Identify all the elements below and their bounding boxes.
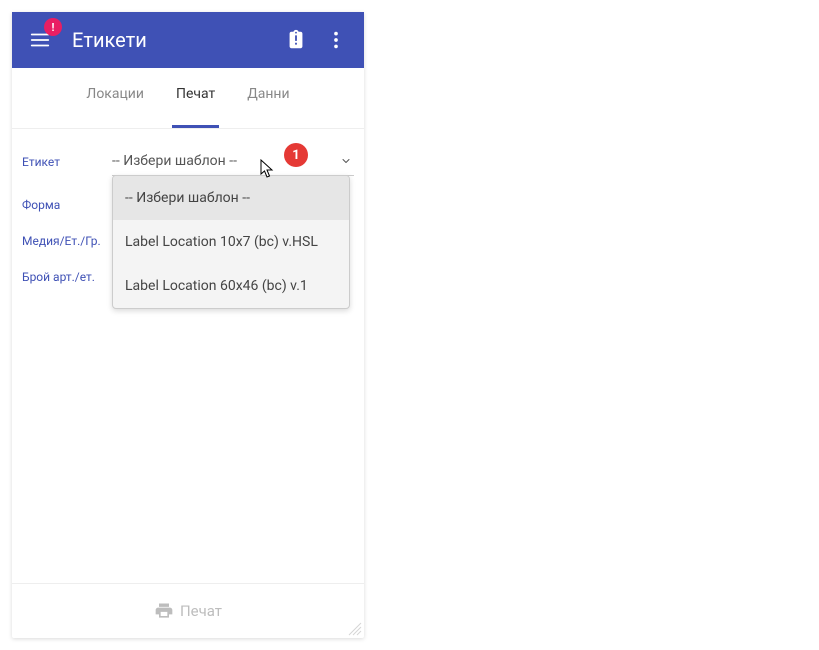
- template-option-placeholder[interactable]: -- Избери шаблон --: [113, 176, 349, 220]
- tabs: Локации Печат Данни: [12, 68, 364, 129]
- resize-handle-icon[interactable]: [348, 622, 362, 636]
- field-label-media: Медия/Ет./Гр.: [22, 234, 112, 248]
- template-option-1[interactable]: Label Location 10x7 (bc) v.HSL: [113, 220, 349, 264]
- template-dropdown: -- Избери шаблон -- Label Location 10x7 …: [112, 175, 350, 309]
- content-area: Етикет -- Избери шаблон -- Форма Медия/Е…: [12, 129, 364, 583]
- chevron-down-icon: [338, 153, 354, 169]
- menu-badge: !: [44, 18, 62, 36]
- tab-data[interactable]: Данни: [243, 80, 293, 128]
- template-select[interactable]: -- Избери шаблон --: [112, 147, 354, 176]
- template-select-value: -- Избери шаблон --: [112, 153, 338, 169]
- footer-bar: Печат: [12, 583, 364, 638]
- more-button[interactable]: [316, 20, 356, 60]
- tab-print[interactable]: Печат: [172, 80, 219, 128]
- tab-locations[interactable]: Локации: [82, 80, 148, 128]
- clipboard-alert-icon: [285, 29, 307, 51]
- template-option-2[interactable]: Label Location 60x46 (bc) v.1: [113, 264, 349, 308]
- field-label-etiket: Етикет: [22, 155, 112, 169]
- app-frame: ! Етикети Локации Печат Данни Етикет -- …: [12, 12, 364, 638]
- clipboard-button[interactable]: [276, 20, 316, 60]
- more-vert-icon: [325, 29, 347, 51]
- print-icon: [154, 601, 174, 621]
- menu-button[interactable]: !: [20, 20, 60, 60]
- appbar: ! Етикети: [12, 12, 364, 68]
- print-button-label[interactable]: Печат: [180, 602, 222, 620]
- field-label-count: Брой арт./ет.: [22, 270, 112, 284]
- field-label-form: Форма: [22, 198, 112, 212]
- row-label-template: Етикет -- Избери шаблон --: [22, 147, 354, 176]
- page-title: Етикети: [72, 28, 276, 52]
